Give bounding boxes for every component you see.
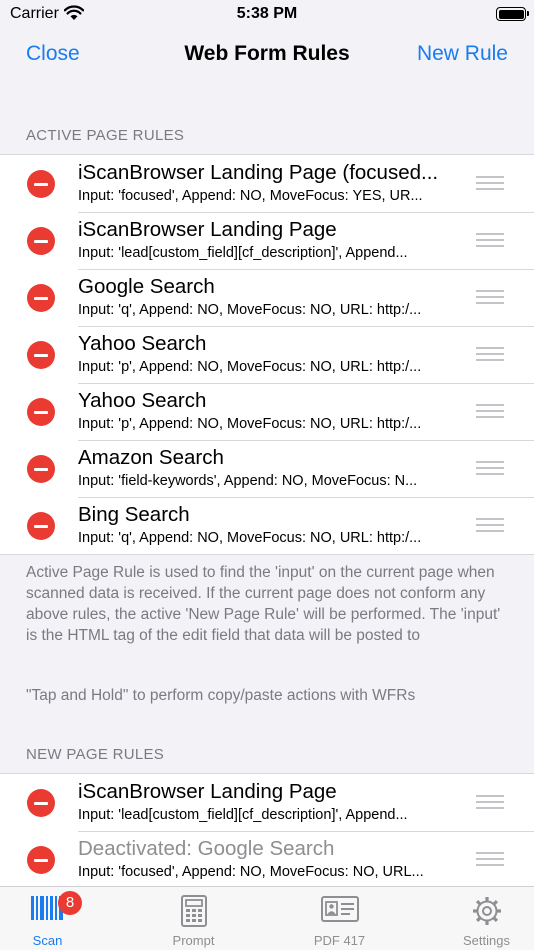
reorder-handle-icon[interactable]: [476, 461, 504, 475]
reorder-handle-icon[interactable]: [476, 852, 504, 866]
reorder-handle-icon[interactable]: [476, 176, 504, 190]
delete-icon[interactable]: [27, 227, 55, 255]
rule-detail: Input: 'q', Append: NO, MoveFocus: NO, U…: [78, 530, 422, 546]
gear-icon: [471, 895, 503, 932]
delete-icon[interactable]: [27, 512, 55, 540]
tab-label: Scan: [32, 933, 63, 948]
rule-title: Amazon Search: [78, 446, 224, 469]
reorder-handle-icon[interactable]: [476, 290, 504, 304]
rule-title: Yahoo Search: [78, 332, 207, 355]
rule-title: iScanBrowser Landing Page: [78, 218, 337, 241]
tab-label: Settings: [463, 933, 510, 948]
rule-row[interactable]: Google Search Input: 'q', Append: NO, Mo…: [0, 269, 534, 326]
reorder-handle-icon[interactable]: [476, 518, 504, 532]
status-time: 5:38 PM: [236, 5, 298, 22]
tab-prompt[interactable]: Prompt: [146, 887, 241, 950]
tab-scan[interactable]: 8 Scan: [0, 887, 95, 950]
rule-detail: Input: 'p', Append: NO, MoveFocus: NO, U…: [78, 359, 422, 375]
active-rules-header: ACTIVE PAGE RULES: [26, 127, 185, 144]
rule-detail: Input: 'p', Append: NO, MoveFocus: NO, U…: [78, 416, 422, 432]
rule-title: Bing Search: [78, 503, 190, 526]
tab-label: PDF 417: [313, 933, 366, 948]
battery-icon: [496, 7, 529, 21]
new-rules-list: iScanBrowser Landing Page Input: 'lead[c…: [0, 773, 534, 889]
scan-badge: 8: [58, 891, 82, 915]
id-card-icon: [320, 895, 359, 928]
reorder-handle-icon[interactable]: [476, 795, 504, 809]
copy-paste-hint: "Tap and Hold" to perform copy/paste act…: [26, 687, 416, 704]
rule-detail: Input: 'lead[custom_field][cf_descriptio…: [78, 807, 408, 823]
rule-row[interactable]: Yahoo Search Input: 'p', Append: NO, Mov…: [0, 383, 534, 440]
rule-title: Google Search: [78, 275, 215, 298]
rule-row[interactable]: Yahoo Search Input: 'p', Append: NO, Mov…: [0, 326, 534, 383]
new-rule-button[interactable]: New Rule: [417, 42, 508, 66]
delete-icon[interactable]: [27, 455, 55, 483]
delete-icon[interactable]: [27, 341, 55, 369]
rule-title: Yahoo Search: [78, 389, 207, 412]
rule-detail: Input: 'focused', Append: NO, MoveFocus:…: [78, 864, 424, 880]
delete-icon[interactable]: [27, 170, 55, 198]
rule-row[interactable]: iScanBrowser Landing Page Input: 'lead[c…: [0, 774, 534, 831]
rule-title: Deactivated: Google Search: [78, 837, 335, 860]
tab-bar: 8 Scan Prompt PDF 417 Settings: [0, 886, 534, 950]
delete-icon[interactable]: [27, 789, 55, 817]
rule-title: iScanBrowser Landing Page: [78, 780, 337, 803]
rule-row[interactable]: Amazon Search Input: 'field-keywords', A…: [0, 440, 534, 497]
rule-row[interactable]: Bing Search Input: 'q', Append: NO, Move…: [0, 497, 534, 554]
reorder-handle-icon[interactable]: [476, 233, 504, 247]
reorder-handle-icon[interactable]: [476, 347, 504, 361]
calculator-icon: [180, 895, 208, 932]
rule-title: iScanBrowser Landing Page (focused...: [78, 161, 439, 184]
delete-icon[interactable]: [27, 846, 55, 874]
rule-row[interactable]: iScanBrowser Landing Page Input: 'lead[c…: [0, 212, 534, 269]
delete-icon[interactable]: [27, 284, 55, 312]
delete-icon[interactable]: [27, 398, 55, 426]
rule-detail: Input: 'field-keywords', Append: NO, Mov…: [78, 473, 418, 489]
tab-label: Prompt: [172, 933, 215, 948]
rule-detail: Input: 'lead[custom_field][cf_descriptio…: [78, 245, 408, 261]
new-rules-header: NEW PAGE RULES: [26, 746, 165, 763]
active-rules-list: iScanBrowser Landing Page (focused... In…: [0, 154, 534, 555]
reorder-handle-icon[interactable]: [476, 404, 504, 418]
rule-row[interactable]: iScanBrowser Landing Page (focused... In…: [0, 155, 534, 212]
rule-row[interactable]: Deactivated: Google Search Input: 'focus…: [0, 831, 534, 888]
rule-detail: Input: 'q', Append: NO, MoveFocus: NO, U…: [78, 302, 422, 318]
tab-pdf417[interactable]: PDF 417: [292, 887, 387, 950]
active-rules-footer: Active Page Rule is used to find the 'in…: [26, 564, 501, 644]
status-bar: Carrier 5:38 PM: [0, 0, 534, 30]
tab-settings[interactable]: Settings: [439, 887, 534, 950]
navigation-bar: Close Web Form Rules New Rule: [0, 30, 534, 80]
rule-detail: Input: 'focused', Append: NO, MoveFocus:…: [78, 188, 423, 204]
